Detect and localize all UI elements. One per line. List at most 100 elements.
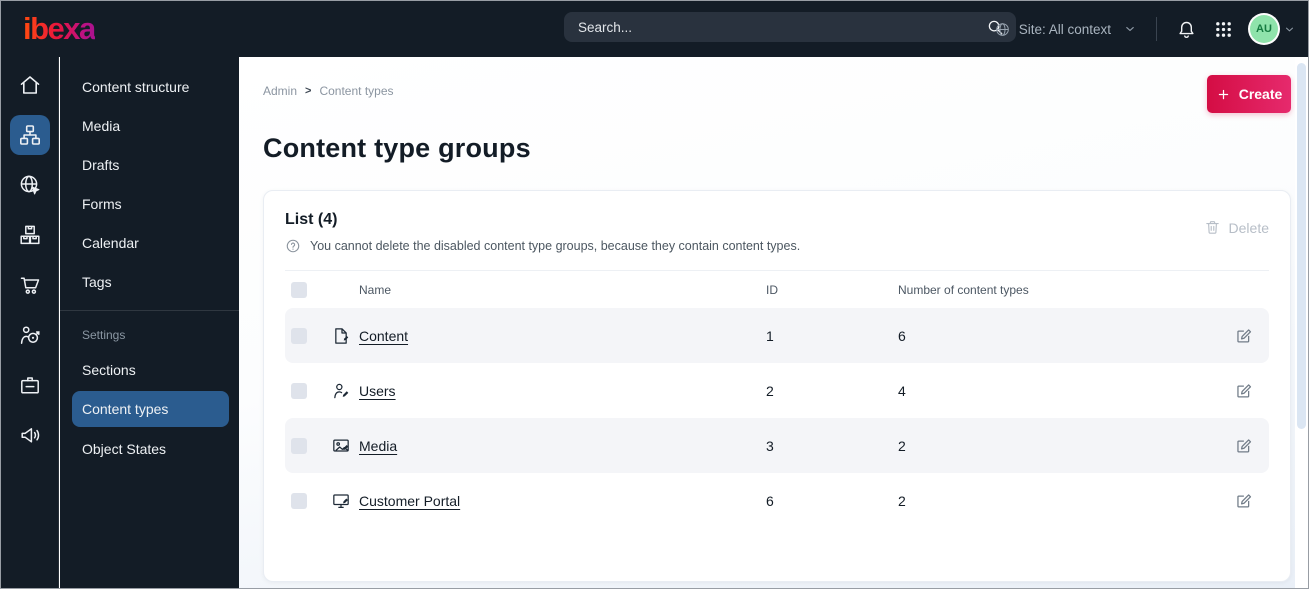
breadcrumb-content-types: Content types [319, 84, 394, 98]
delete-button[interactable]: Delete [1204, 219, 1269, 236]
page-title: Content type groups [263, 133, 531, 163]
rail-item-product-catalog[interactable] [10, 215, 50, 255]
app-grid-button[interactable] [1213, 18, 1235, 40]
sidebar-item-media[interactable]: Media [60, 106, 239, 145]
group-link[interactable]: Media [359, 438, 397, 454]
edit-icon [1236, 438, 1251, 452]
sidebar-item-calendar[interactable]: Calendar [60, 223, 239, 262]
sidebar-item-object-states[interactable]: Object States [60, 429, 239, 468]
delete-button-label: Delete [1228, 219, 1269, 236]
row-checkbox[interactable] [291, 437, 307, 454]
list-title: List (4) [285, 211, 338, 228]
sidebar-item-drafts[interactable]: Drafts [60, 145, 239, 184]
user-menu[interactable]: AU [1250, 15, 1296, 43]
plus-icon [1218, 89, 1228, 99]
chevron-down-icon [1123, 22, 1137, 36]
create-button[interactable]: Create [1207, 75, 1291, 113]
app-window: ibexa Site: All context [0, 0, 1309, 589]
bell-icon [1179, 21, 1194, 38]
chevron-down-icon [1283, 23, 1296, 36]
row-checkbox[interactable] [291, 327, 307, 344]
table-row: Media 3 2 [285, 418, 1269, 473]
edit-icon [1236, 493, 1251, 507]
rail-item-promotions[interactable] [10, 415, 50, 455]
globe-icon [994, 21, 1011, 38]
group-id: 2 [766, 382, 774, 399]
breadcrumb: Admin > Content types [263, 84, 394, 98]
rail-item-commerce[interactable] [10, 265, 50, 305]
column-header-count: Number of content types [898, 282, 1029, 297]
ibexa-logo[interactable]: ibexa [23, 10, 96, 48]
search-input[interactable] [578, 19, 986, 35]
table-row: Customer Portal 6 2 [285, 473, 1269, 528]
topbar-divider [1156, 17, 1157, 41]
scrollbar-track[interactable] [1295, 57, 1308, 588]
help-icon[interactable] [285, 238, 301, 254]
table-header: Name ID Number of content types [285, 271, 1269, 308]
group-link[interactable]: Users [359, 383, 396, 399]
group-count: 2 [898, 492, 906, 509]
sidebar-item-forms[interactable]: Forms [60, 184, 239, 223]
breadcrumb-admin[interactable]: Admin [263, 84, 297, 98]
rail-item-site[interactable] [10, 165, 50, 205]
table-row: Users 2 4 [285, 363, 1269, 418]
column-header-name: Name [359, 282, 392, 297]
sidebar-section-settings: Settings [82, 328, 126, 342]
group-link[interactable]: Content [359, 328, 408, 344]
monitor-icon [307, 491, 359, 511]
person-target-icon [20, 326, 40, 344]
site-context-switcher[interactable]: Site: All context [994, 21, 1137, 38]
megaphone-icon [20, 428, 39, 443]
scrollbar-thumb[interactable] [1297, 63, 1306, 429]
group-id: 3 [766, 437, 774, 454]
badge-icon [20, 377, 39, 394]
sidebar-item-sections[interactable]: Sections [60, 350, 239, 389]
content-type-groups-table: Name ID Number of content types Content … [285, 270, 1269, 528]
rail-item-content-structure[interactable] [9, 115, 50, 155]
create-button-label: Create [1238, 86, 1283, 102]
grid-icon [1216, 21, 1231, 37]
site-context-label: Site: All context [1018, 21, 1111, 37]
user-icon [307, 381, 359, 401]
edit-button[interactable] [1233, 326, 1253, 346]
rail-item-customers[interactable] [10, 315, 50, 355]
column-header-id: ID [766, 282, 778, 297]
topbar-controls: Site: All context AU [994, 1, 1296, 57]
trash-icon [1205, 221, 1219, 234]
group-id: 1 [766, 327, 774, 344]
boxes-icon [19, 225, 40, 245]
rail-item-home[interactable] [10, 65, 50, 105]
icon-rail [1, 57, 59, 588]
row-checkbox[interactable] [291, 492, 307, 509]
top-bar: ibexa Site: All context [1, 1, 1308, 57]
sidebar-item-content-types[interactable]: Content types [72, 391, 229, 427]
sidebar-item-content-structure[interactable]: Content structure [60, 67, 239, 106]
image-icon [307, 436, 359, 456]
group-count: 2 [898, 437, 906, 454]
content-type-groups-panel: List (4) You cannot delete the disabled … [263, 190, 1291, 582]
row-checkbox[interactable] [291, 382, 307, 399]
group-count: 6 [898, 327, 906, 344]
group-link[interactable]: Customer Portal [359, 493, 460, 509]
group-count: 4 [898, 382, 906, 399]
sidebar-divider [60, 310, 239, 311]
avatar: AU [1250, 15, 1278, 43]
notifications-button[interactable] [1176, 18, 1198, 40]
sitemap-icon [19, 125, 40, 145]
edit-icon [1236, 383, 1251, 397]
global-search [564, 12, 1016, 42]
help-text: You cannot delete the disabled content t… [310, 239, 801, 253]
edit-button[interactable] [1233, 491, 1253, 511]
home-icon [20, 76, 39, 94]
globe-cursor-icon [20, 175, 39, 195]
rail-item-personalization[interactable] [10, 365, 50, 405]
sidebar-item-tags[interactable]: Tags [60, 262, 239, 301]
table-row: Content 1 6 [285, 308, 1269, 363]
group-id: 6 [766, 492, 774, 509]
select-all-checkbox[interactable] [291, 281, 307, 298]
breadcrumb-separator: > [305, 85, 312, 97]
edit-button[interactable] [1233, 436, 1253, 456]
main-content: Admin > Content types Create Content typ… [239, 57, 1308, 588]
edit-button[interactable] [1233, 381, 1253, 401]
cart-icon [20, 277, 39, 294]
